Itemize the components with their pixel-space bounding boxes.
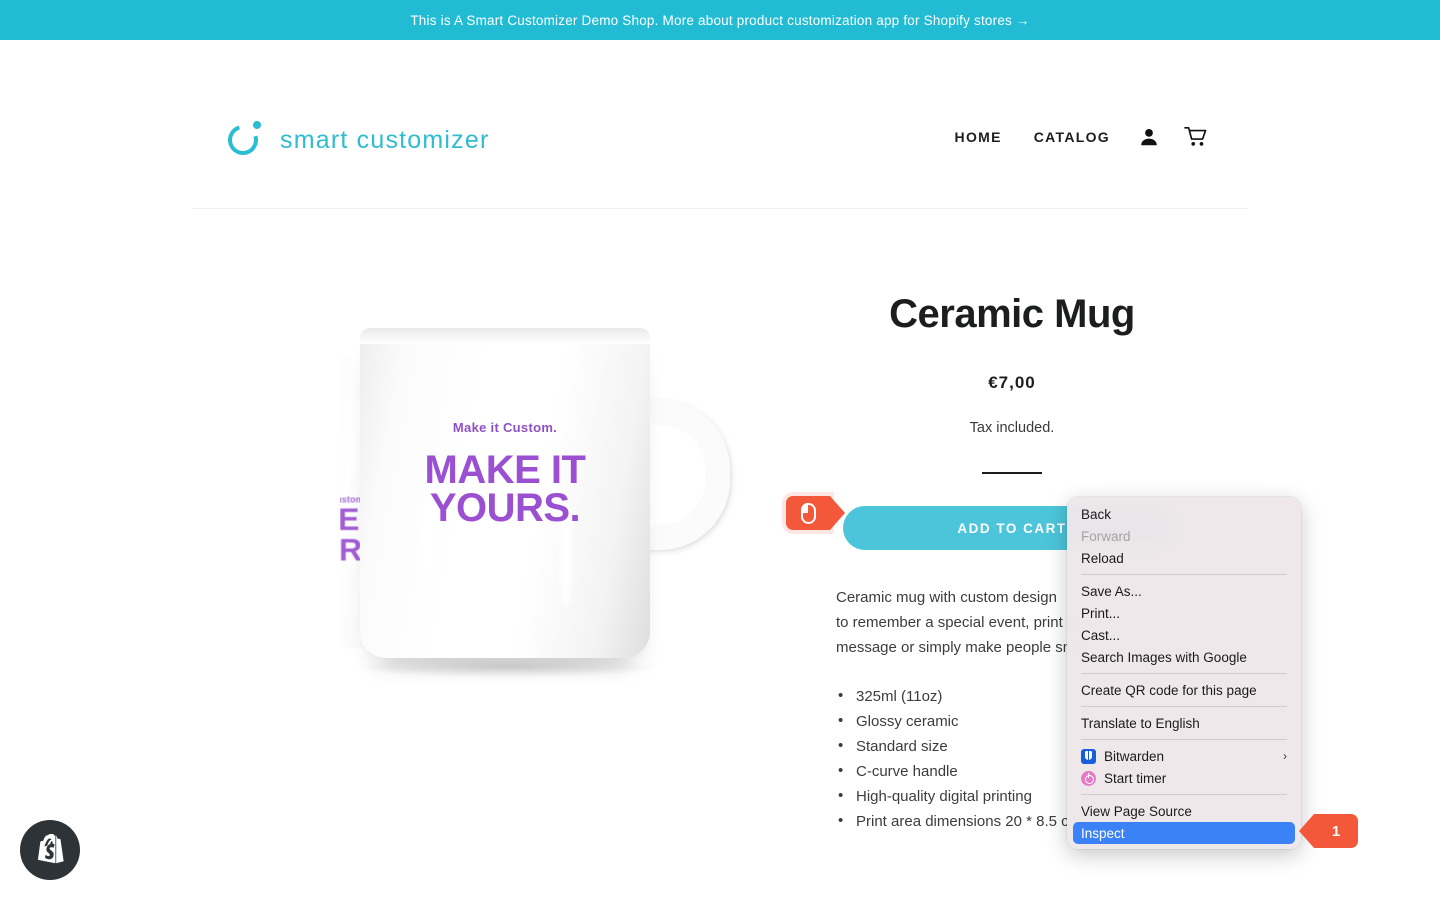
list-item: Glossy ceramic (836, 708, 1096, 734)
info-divider (982, 472, 1042, 474)
mug-front-art: Make it Custom. MAKE IT YOURS. (380, 420, 630, 531)
smart-customizer-logo-icon (222, 119, 266, 161)
menu-item-search-images-with-google[interactable]: Search Images with Google (1067, 646, 1301, 668)
menu-item-forward: Forward (1081, 528, 1131, 544)
step-number-badge: 1 (1299, 814, 1358, 848)
announcement-text: This is A Smart Customizer Demo Shop. Mo… (410, 12, 1030, 28)
product-title: Ceramic Mug (889, 292, 1135, 336)
menu-item-start-timer[interactable]: Start timer (1067, 767, 1301, 789)
menu-item-save-as[interactable]: Save As... (1067, 580, 1301, 602)
list-item: Standard size (836, 733, 1096, 759)
site-logo[interactable]: smart customizer (222, 119, 490, 161)
menu-item-back[interactable]: Back (1067, 503, 1301, 525)
menu-item-reload[interactable]: Reload (1067, 547, 1301, 569)
desc-line-3: message or simply make people smile. (836, 639, 1095, 656)
site-header: smart customizer HOME CATALOG (0, 40, 1440, 209)
browser-context-menu[interactable]: Back Forward Reload Save As... Print... … (1067, 497, 1301, 849)
menu-separator (1081, 574, 1287, 575)
menu-item-view-page-source[interactable]: View Page Source (1067, 800, 1301, 822)
list-item: 325ml (11oz) (836, 683, 1096, 709)
feature-list: 325ml (11oz) Glossy ceramic Standard siz… (836, 683, 1096, 834)
announcement-bar[interactable]: This is A Smart Customizer Demo Shop. Mo… (0, 0, 1440, 40)
logo-text: smart customizer (280, 125, 490, 154)
nav-item-catalog[interactable]: CATALOG (1018, 129, 1126, 145)
mug-line1: MAKE IT (424, 448, 586, 492)
mug-line2: YOURS. (429, 486, 581, 531)
product-description: Ceramic mug with custom design to rememb… (836, 585, 1096, 834)
mouse-cursor-icon (786, 496, 845, 530)
desc-line-1: Ceramic mug with custom design (836, 589, 1057, 606)
mug-image: Make it Custom. MAKE IT YOURS. Make it C… (232, 320, 792, 740)
main-nav: HOME CATALOG (939, 126, 1220, 148)
product-price: €7,00 (988, 373, 1036, 392)
menu-separator (1081, 673, 1287, 674)
cart-icon[interactable] (1172, 126, 1220, 148)
mug-small-text: Make it Custom. (452, 420, 558, 435)
menu-item-create-qr-code[interactable]: Create QR code for this page (1067, 679, 1301, 701)
menu-separator (1081, 794, 1287, 795)
chevron-right-icon: › (1283, 749, 1287, 763)
account-icon[interactable] (1126, 126, 1172, 148)
timer-icon (1081, 770, 1096, 786)
page-root: This is A Smart Customizer Demo Shop. Mo… (0, 0, 1440, 900)
tax-note: Tax included. (969, 420, 1055, 436)
menu-item-inspect[interactable]: Inspect (1073, 822, 1295, 844)
menu-item-bitwarden[interactable]: Bitwarden › (1067, 745, 1301, 767)
menu-item-print[interactable]: Print... (1067, 602, 1301, 624)
menu-item-cast[interactable]: Cast... (1067, 624, 1301, 646)
menu-separator (1081, 706, 1287, 707)
list-item: High-quality digital printing (836, 783, 1096, 809)
shopify-logo-icon[interactable] (20, 820, 80, 880)
list-item: Print area dimensions 20 * 8.5 cm (836, 808, 1096, 834)
bitwarden-icon (1081, 748, 1096, 764)
nav-item-home[interactable]: HOME (939, 129, 1018, 145)
product-gallery[interactable]: Make it Custom. MAKE IT YOURS. Make it C… (192, 200, 832, 820)
desc-line-2: to remember a special event, print a (836, 614, 1076, 631)
menu-item-translate-to-english[interactable]: Translate to English (1067, 712, 1301, 734)
list-item: C-curve handle (836, 758, 1096, 784)
menu-separator (1081, 739, 1287, 740)
